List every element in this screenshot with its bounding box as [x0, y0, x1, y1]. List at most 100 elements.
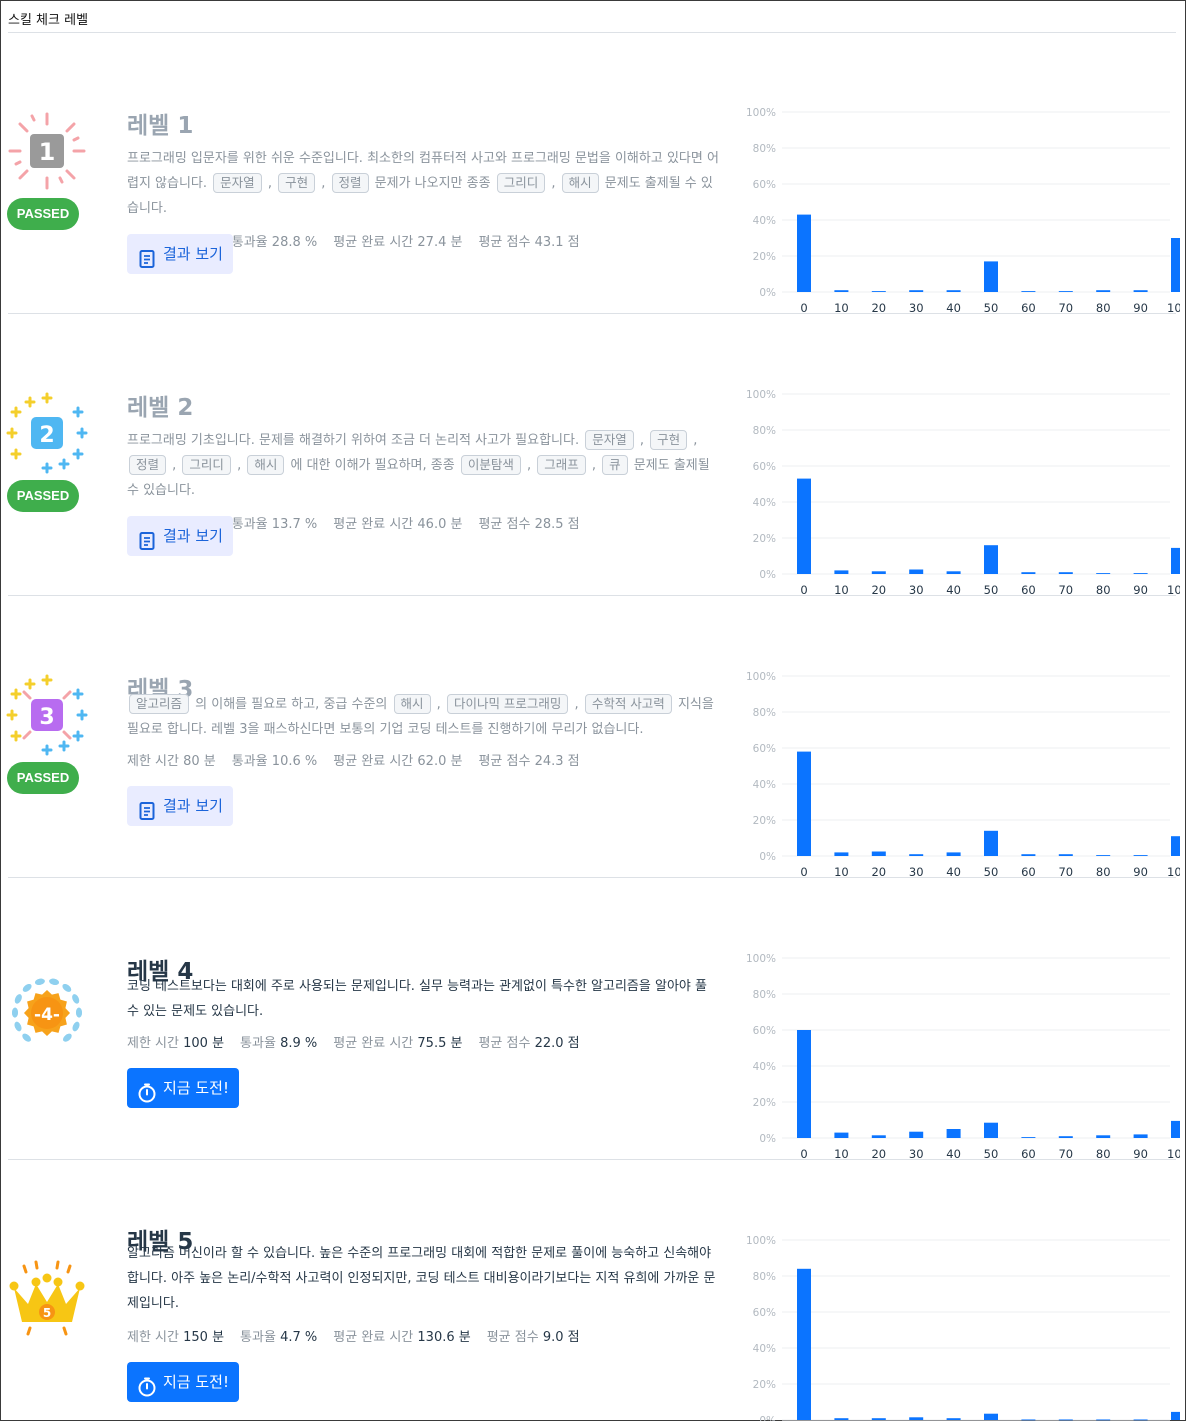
topic-tag[interactable]: 수학적 사고력: [584, 694, 672, 714]
topic-tag[interactable]: 이분탐색: [460, 455, 521, 475]
description-text: ,: [522, 458, 536, 473]
score-distribution-chart: 0%20%40%60%80%100%0102030405060708090100: [746, 389, 1186, 597]
passed-badge: PASSED: [7, 762, 79, 794]
bar[interactable]: [1096, 290, 1111, 292]
bar[interactable]: [909, 1417, 924, 1420]
bar[interactable]: [797, 214, 811, 292]
bar[interactable]: [984, 1122, 998, 1138]
bar[interactable]: [1058, 1136, 1073, 1138]
page-title: 스킬 체크 레벨: [8, 13, 89, 28]
button-label: 결과 보기: [163, 245, 223, 263]
topic-tag[interactable]: 해시: [561, 173, 599, 193]
topic-tag[interactable]: 구현: [650, 430, 688, 450]
bar[interactable]: [1171, 836, 1185, 856]
topic-tag[interactable]: 다이나믹 프로그래밍: [446, 694, 569, 714]
bar[interactable]: [1133, 1419, 1148, 1421]
bar[interactable]: [1133, 855, 1148, 856]
bar[interactable]: [946, 290, 961, 292]
bar[interactable]: [1021, 1137, 1036, 1138]
bar[interactable]: [1171, 547, 1185, 574]
bar[interactable]: [909, 1131, 924, 1138]
topic-tag[interactable]: 문자열: [213, 173, 262, 193]
bar[interactable]: [1096, 1135, 1111, 1138]
level-2-badge-icon: 2: [6, 392, 88, 474]
bar[interactable]: [1096, 573, 1111, 574]
avg-time-label: 평균 완료 시간: [333, 235, 414, 250]
bar[interactable]: [946, 1418, 961, 1420]
y-tick-label: 100%: [746, 389, 776, 401]
chart-container: 0%20%40%60%80%100%0102030405060708090100: [740, 666, 1186, 886]
bar[interactable]: [1058, 572, 1073, 574]
bar[interactable]: [1096, 1419, 1111, 1421]
bar[interactable]: [834, 852, 849, 856]
topic-tag[interactable]: 정렬: [129, 455, 167, 475]
bar[interactable]: [909, 854, 924, 856]
bar[interactable]: [984, 1413, 998, 1420]
bar[interactable]: [834, 1418, 849, 1420]
bar[interactable]: [1021, 854, 1036, 856]
bar[interactable]: [909, 290, 924, 292]
bar[interactable]: [1133, 573, 1148, 574]
level-description: 알고리즘 머신이라 할 수 있습니다. 높은 수준의 프로그래밍 대회에 적합한…: [127, 1241, 722, 1316]
bar[interactable]: [871, 1418, 886, 1420]
topic-tag[interactable]: 그래프: [537, 455, 586, 475]
challenge-now-button[interactable]: 지금 도전!: [127, 1362, 239, 1402]
bar[interactable]: [1021, 572, 1036, 574]
level-title: 레벨 1: [127, 113, 194, 139]
bar[interactable]: [1133, 1134, 1148, 1138]
topic-tag[interactable]: 큐: [602, 455, 628, 475]
bar[interactable]: [1171, 1120, 1185, 1138]
bar[interactable]: [984, 830, 998, 856]
topic-tag[interactable]: 정렬: [331, 173, 369, 193]
bar[interactable]: [871, 571, 886, 574]
bar[interactable]: [871, 291, 886, 292]
bar[interactable]: [797, 1030, 811, 1138]
y-tick-label: 0%: [759, 287, 776, 299]
avg-time-value: 46.0 분: [417, 517, 463, 532]
bar[interactable]: [1096, 855, 1111, 856]
bar[interactable]: [1171, 1411, 1185, 1420]
avg-time-label: 평균 완료 시간: [333, 754, 414, 769]
view-result-button[interactable]: 결과 보기: [127, 786, 233, 826]
topic-tag[interactable]: 문자열: [585, 430, 634, 450]
avg-score-value: 24.3 점: [534, 754, 580, 769]
avg-time-value: 75.5 분: [417, 1036, 463, 1051]
bar[interactable]: [1058, 291, 1073, 292]
bar[interactable]: [946, 1129, 961, 1138]
bar[interactable]: [871, 851, 886, 857]
chart-container: 0%20%40%60%80%100%0102030405060708090100: [740, 948, 1186, 1168]
topic-tag[interactable]: 해시: [393, 694, 431, 714]
topic-tag[interactable]: 그리디: [496, 173, 546, 193]
bar[interactable]: [1171, 238, 1185, 292]
badge-number: -4-: [34, 1005, 60, 1025]
bar[interactable]: [871, 1135, 886, 1138]
bar[interactable]: [1058, 854, 1073, 856]
bar[interactable]: [1021, 1419, 1036, 1421]
bar[interactable]: [1021, 291, 1036, 292]
view-result-button[interactable]: 결과 보기: [127, 234, 233, 274]
bar[interactable]: [984, 261, 998, 292]
bar[interactable]: [797, 1268, 811, 1420]
pass-rate-stat: 통과율 8.9 %: [240, 1036, 317, 1051]
level-stats: 제한 시간 100 분 통과율 8.9 % 평균 완료 시간 75.5 분 평균 점수…: [127, 1032, 596, 1051]
y-tick-label: 0%: [759, 851, 776, 863]
topic-tag[interactable]: 해시: [247, 455, 285, 475]
bar[interactable]: [909, 569, 924, 575]
topic-tag[interactable]: 구현: [278, 173, 316, 193]
description-text: 코딩 테스트보다는 대회에 주로 사용되는 문제입니다. 실무 능력과는 관계없…: [127, 979, 707, 1019]
challenge-now-button[interactable]: 지금 도전!: [127, 1068, 239, 1108]
bar[interactable]: [834, 290, 849, 292]
bar[interactable]: [1058, 1419, 1073, 1421]
bar[interactable]: [946, 571, 961, 574]
topic-tag[interactable]: 알고리즘: [129, 694, 190, 714]
bar[interactable]: [834, 1132, 849, 1138]
bar[interactable]: [946, 852, 961, 856]
view-result-button[interactable]: 결과 보기: [127, 516, 233, 556]
topic-tag[interactable]: 그리디: [182, 455, 231, 475]
bar[interactable]: [797, 478, 811, 574]
bar[interactable]: [797, 751, 811, 856]
bar[interactable]: [834, 570, 849, 574]
bar[interactable]: [984, 545, 998, 574]
description-text: ,: [570, 697, 583, 712]
bar[interactable]: [1133, 290, 1148, 292]
